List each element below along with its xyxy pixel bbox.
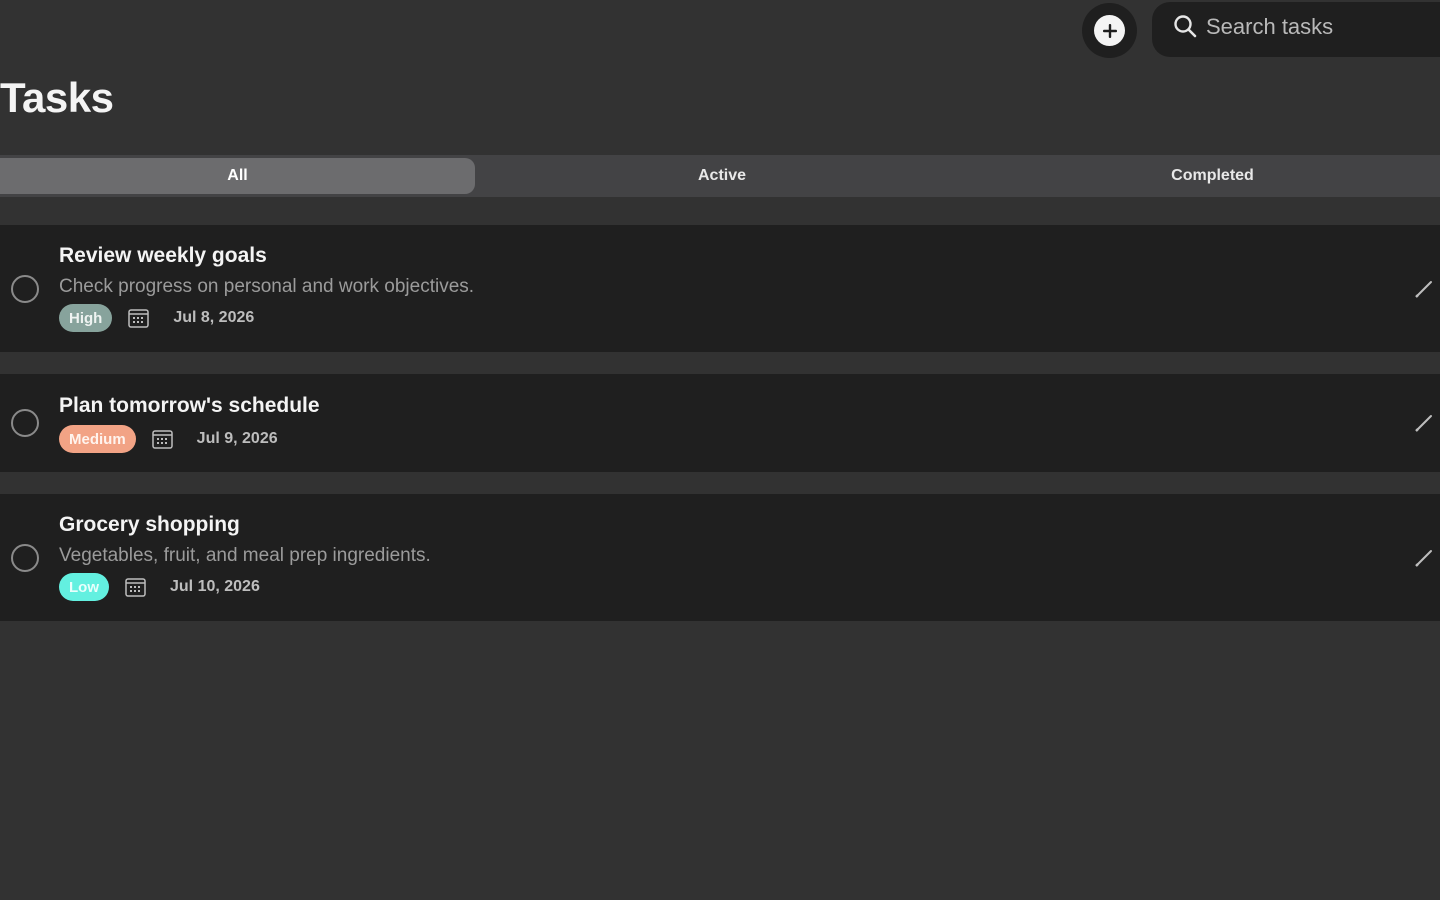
search-bar[interactable] — [1152, 2, 1440, 57]
task-title: Review weekly goals — [59, 244, 267, 267]
task-description: Vegetables, fruit, and meal prep ingredi… — [59, 545, 431, 566]
tab-all[interactable]: All — [0, 158, 475, 194]
pencil-icon[interactable] — [1414, 548, 1434, 568]
task-card[interactable]: Plan tomorrow's schedule Medium Jul 9, 2… — [0, 374, 1440, 472]
task-description: Check progress on personal and work obje… — [59, 276, 475, 297]
calendar-icon — [128, 308, 150, 328]
pencil-icon[interactable] — [1414, 413, 1434, 433]
tab-active[interactable]: Active — [475, 158, 969, 194]
task-meta: High Jul 8, 2026 — [59, 304, 254, 332]
due-date: Jul 10, 2026 — [170, 578, 260, 595]
task-title: Plan tomorrow's schedule — [59, 394, 320, 417]
calendar-icon — [125, 577, 146, 597]
task-meta: Medium Jul 9, 2026 — [59, 425, 278, 453]
tasks-page: Tasks All Active Completed Review weekly… — [0, 0, 1440, 900]
due-date: Jul 8, 2026 — [173, 309, 255, 326]
plus-circle-icon — [1094, 15, 1125, 46]
add-task-button[interactable] — [1082, 3, 1137, 58]
priority-badge: Low — [59, 573, 109, 601]
task-title: Grocery shopping — [59, 513, 240, 536]
task-card[interactable]: Review weekly goals Check progress on pe… — [0, 225, 1440, 352]
due-date: Jul 9, 2026 — [196, 430, 278, 447]
task-checkbox[interactable] — [11, 544, 39, 572]
filter-segmented-control: All Active Completed — [0, 155, 1440, 197]
page-title: Tasks — [0, 74, 114, 121]
priority-badge: High — [59, 304, 113, 332]
search-icon — [1174, 14, 1197, 37]
task-meta: Low Jul 10, 2026 — [59, 573, 260, 601]
calendar-icon — [151, 429, 173, 449]
search-input[interactable] — [1206, 13, 1440, 40]
task-checkbox[interactable] — [11, 409, 39, 437]
task-checkbox[interactable] — [11, 275, 39, 303]
pencil-icon[interactable] — [1414, 279, 1434, 299]
tab-completed[interactable]: Completed — [969, 158, 1440, 194]
task-card[interactable]: Grocery shopping Vegetables, fruit, and … — [0, 494, 1440, 621]
priority-badge: Medium — [59, 425, 136, 453]
